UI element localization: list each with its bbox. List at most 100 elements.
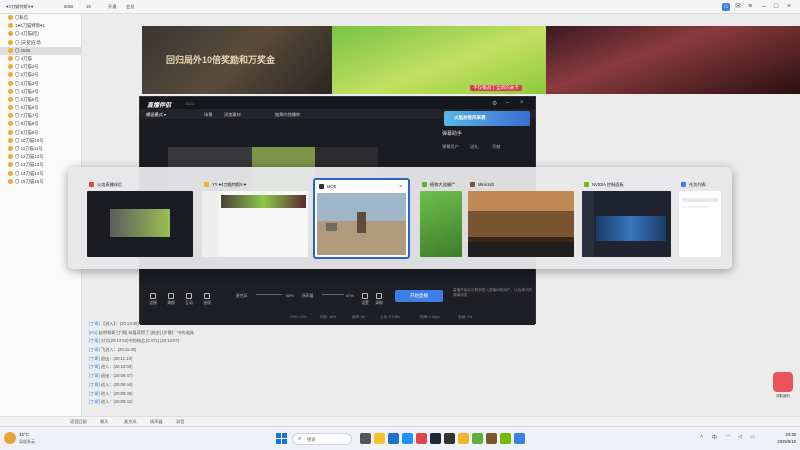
sidebar-channel-item[interactable]: 〇 4刀猫4号 xyxy=(0,88,81,96)
card-title: 火焰直播伴侣 xyxy=(97,182,123,187)
link-icon xyxy=(204,293,210,299)
switcher-card-live[interactable]: 火焰直播伴侣 xyxy=(85,178,195,259)
sidebar-channel-item[interactable]: 〇 12刀猫12号 xyxy=(0,153,81,161)
yy-taskbar-icon[interactable] xyxy=(458,433,469,444)
sidebar-channel-item[interactable]: 〇 1刀猫2号 xyxy=(0,63,81,71)
mic-button[interactable]: 麦克风 xyxy=(124,419,137,425)
mode-select[interactable]: 横竖模式 ▾ xyxy=(146,112,166,118)
sidebar-channel-item[interactable]: 〇 5刀猫5号 xyxy=(0,96,81,104)
mail-icon[interactable]: ✉ xyxy=(734,3,742,11)
input-language[interactable]: 中 xyxy=(712,434,717,441)
maximize-icon[interactable]: □ xyxy=(772,3,780,11)
chat-user-name[interactable]: [丁哥] xyxy=(89,364,100,369)
vip-link[interactable]: 会员 xyxy=(126,4,134,10)
live-settings-icon[interactable]: ⚙ xyxy=(492,100,497,107)
chat-user-name[interactable]: [丁哥] xyxy=(89,356,100,361)
banner-third-ad[interactable] xyxy=(546,26,800,94)
switcher-card-nvidia[interactable]: NVIDIA 控制面板 xyxy=(580,178,673,259)
live-companion-taskbar-icon[interactable] xyxy=(416,433,427,444)
live-close-icon[interactable]: × xyxy=(520,100,524,106)
chat-user-name[interactable]: [丁哥] xyxy=(89,382,100,387)
settings-tool[interactable]: 设置 xyxy=(358,293,372,306)
taskbar-clock[interactable]: 20:30 2025/6/18 xyxy=(768,431,796,445)
welfare-float-button[interactable]: 领取福利 xyxy=(773,372,793,398)
live-minimize-icon[interactable]: – xyxy=(506,100,509,106)
start-button[interactable] xyxy=(276,433,288,445)
close-icon[interactable]: × xyxy=(399,184,402,190)
chat-user-name[interactable]: [丁哥] xyxy=(89,321,100,326)
file-explorer-icon[interactable] xyxy=(374,433,385,444)
battery-icon[interactable]: ▭ xyxy=(750,434,755,440)
sidebar-channel-item[interactable]: 〇 4刀猫(吃) xyxy=(0,30,81,38)
switcher-card-minicraft[interactable]: Minicraft xyxy=(466,178,576,259)
menu-icon[interactable]: ≡ xyxy=(746,3,754,11)
tab-gifts[interactable]: 送礼 xyxy=(470,144,478,150)
switcher-card-pvz[interactable]: 植物大战僵尸 xyxy=(418,178,464,259)
sidebar-channel-item[interactable]: 〇 8刀猫8号 xyxy=(0,120,81,128)
sidebar-channel-item[interactable]: 〇 11刀猫11号 xyxy=(0,145,81,153)
sidebar-channel-item[interactable]: 〇 3刀猫3号 xyxy=(0,80,81,88)
pvz-taskbar-icon[interactable] xyxy=(472,433,483,444)
filter-tool[interactable]: 滤镜 xyxy=(146,293,160,306)
speaker-volume-slider[interactable] xyxy=(322,294,344,295)
interact-tool[interactable]: 互动 xyxy=(182,293,196,306)
sidebar-channel-item[interactable]: 〇 4刀猫 xyxy=(0,55,81,63)
moe-taskbar-icon[interactable] xyxy=(444,433,455,444)
banner-pvz-ad[interactable]: 不仅挑战了全新的关卡 xyxy=(332,26,546,94)
weather-temperature[interactable]: 32°C xyxy=(19,432,29,437)
wifi-icon[interactable]: ◠ xyxy=(726,434,730,440)
tab-danmaku-users[interactable]: 弹幕用户 xyxy=(442,144,459,150)
record-button[interactable]: 录音 xyxy=(176,419,184,425)
start-live-button[interactable]: 开始直播 xyxy=(395,290,443,302)
link-tool[interactable]: 连线 xyxy=(200,293,214,306)
volume-icon[interactable]: ◁ xyxy=(738,434,742,440)
weather-condition[interactable]: 局部多云 xyxy=(19,439,35,445)
close-icon[interactable]: × xyxy=(785,3,793,11)
sidebar-channel-item[interactable]: 〇 9刀猫9号 xyxy=(0,129,81,137)
sidebar-channel-item[interactable]: 〇 2026 xyxy=(0,46,81,55)
speaker-button[interactable]: 扬声器 xyxy=(150,419,163,425)
tab-scene[interactable]: 场景 xyxy=(204,112,212,118)
open-vip-link[interactable]: 开通 xyxy=(108,4,116,10)
nvidia-taskbar-icon[interactable] xyxy=(500,433,511,444)
taskbar-search[interactable]: ⌕ 搜索 xyxy=(292,433,352,445)
tasks-taskbar-icon[interactable] xyxy=(514,433,525,444)
chat-user-name[interactable]: [丁哥] xyxy=(89,338,100,343)
tab-contribution[interactable]: 贡献 xyxy=(492,144,500,150)
sidebar-channel-item[interactable]: 〇 [天使]在场 xyxy=(0,39,81,47)
store-icon[interactable] xyxy=(402,433,413,444)
sidebar-channel-item[interactable]: 〇 7刀猫7号 xyxy=(0,112,81,120)
sidebar-channel-item[interactable]: 1♥4刀猫特斯♥1 xyxy=(0,22,81,30)
chat-user-name[interactable]: [丁哥] xyxy=(89,347,100,352)
banner-game-ad[interactable]: 回归局外10倍奖励和万奖金 xyxy=(142,26,332,94)
promo-banner[interactable]: 回归局外10倍奖励和万奖金 不仅挑战了全新的关卡 xyxy=(142,26,800,94)
sidebar-channel-item[interactable]: 〇 2刀猫2号 xyxy=(0,71,81,79)
minicraft-taskbar-icon[interactable] xyxy=(486,433,497,444)
home-icon[interactable]: ⌂ xyxy=(722,3,730,11)
tab-add-source[interactable]: 添加素材 xyxy=(224,112,241,118)
chat-button[interactable]: 聊天 xyxy=(100,419,108,425)
mic-volume-slider[interactable] xyxy=(256,294,282,295)
edge-browser-icon[interactable] xyxy=(388,433,399,444)
switcher-card-tasks[interactable]: 任务列表 xyxy=(677,178,723,259)
weather-icon[interactable] xyxy=(4,432,16,444)
chat-user-name[interactable]: [丁哥] xyxy=(89,391,100,396)
user-nickname[interactable]: ♥4刀猫特斯9 ♥ xyxy=(6,4,34,10)
steam-icon[interactable] xyxy=(430,433,441,444)
sidebar-channel-item[interactable]: 〇 10刀猫10号 xyxy=(0,137,81,145)
task-view-icon[interactable] xyxy=(360,433,371,444)
record-tool[interactable]: 录制 xyxy=(372,293,386,306)
chat-user-name[interactable]: [丁哥] xyxy=(89,399,100,404)
switcher-card-moe[interactable]: MOE × xyxy=(313,178,410,259)
live-game-banner[interactable]: 火焰龙卷风来袭 xyxy=(444,111,530,126)
tray-chevron-icon[interactable]: ˄ xyxy=(700,434,703,440)
voice-match-button[interactable]: 语音匹配 xyxy=(70,419,87,425)
beauty-tool[interactable]: 美颜 xyxy=(164,293,178,306)
chat-user-name[interactable]: [rn1] xyxy=(89,330,97,335)
chat-user-name[interactable]: [丁哥] xyxy=(89,373,100,378)
switcher-card-yy[interactable]: YY ♥4刀猫特斯9 ♥ xyxy=(200,178,310,259)
minimize-icon[interactable]: – xyxy=(760,3,768,11)
card-title: MOE xyxy=(327,184,337,189)
sidebar-channel-item[interactable]: 〇私信 xyxy=(0,14,81,22)
sidebar-channel-item[interactable]: 〇 6刀猫6号 xyxy=(0,104,81,112)
